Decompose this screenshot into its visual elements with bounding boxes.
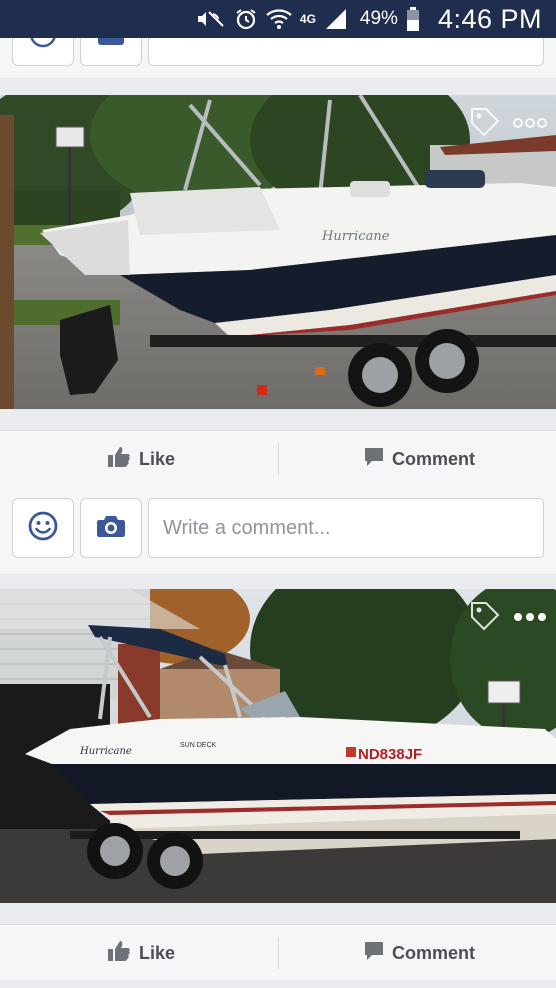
more-icon[interactable] xyxy=(512,610,548,628)
clock: 4:46 PM xyxy=(437,3,542,34)
alarm-icon xyxy=(234,7,258,31)
action-divider xyxy=(278,937,279,969)
like-label: Like xyxy=(139,942,176,963)
smiley-icon xyxy=(28,38,58,54)
like-button-2[interactable]: Like xyxy=(107,925,175,981)
camera-icon xyxy=(96,513,126,544)
smiley-icon xyxy=(27,510,59,547)
emoji-button[interactable] xyxy=(12,498,74,558)
comment-icon xyxy=(364,941,384,966)
sun-deck-text: SUN DECK xyxy=(180,742,217,749)
post-photo-1[interactable]: Hurricane xyxy=(0,95,556,409)
registration-text: ND838JF xyxy=(358,746,422,763)
battery-icon xyxy=(406,7,420,31)
like-icon xyxy=(107,446,131,473)
emoji-button-top[interactable] xyxy=(12,38,74,66)
comment-button-2[interactable]: Comment xyxy=(364,925,475,981)
post-actions-1: Like Comment xyxy=(0,430,556,486)
action-divider xyxy=(278,443,279,475)
like-button-1[interactable]: Like xyxy=(107,431,175,487)
tag-icon[interactable] xyxy=(468,105,502,144)
wifi-icon xyxy=(266,8,292,30)
battery-percent: 49% xyxy=(359,8,398,29)
status-bar: 4G 49% 4:46 PM xyxy=(0,0,556,38)
camera-button[interactable] xyxy=(80,498,142,558)
camera-button-top[interactable] xyxy=(80,38,142,66)
comment-input[interactable]: Write a comment... xyxy=(148,498,544,558)
hull-brand-text-1: Hurricane xyxy=(321,229,390,244)
comment-composer: Write a comment... xyxy=(0,486,556,574)
post-photo-2[interactable]: ND838JF Hurricane SUN DECK xyxy=(0,589,556,903)
comment-icon xyxy=(364,447,384,472)
comment-input-top[interactable] xyxy=(148,38,544,66)
signal-icon xyxy=(324,8,348,30)
comment-button-1[interactable]: Comment xyxy=(364,431,475,487)
silent-icon xyxy=(196,8,226,30)
like-icon xyxy=(107,940,131,967)
network-label: 4G xyxy=(299,11,316,26)
like-label: Like xyxy=(139,448,176,469)
camera-icon xyxy=(96,38,126,52)
more-icon[interactable] xyxy=(512,116,548,134)
hull-brand-text-2: Hurricane xyxy=(79,746,132,757)
post-actions-2: Like Comment xyxy=(0,924,556,980)
comment-label: Comment xyxy=(392,448,476,469)
comment-label: Comment xyxy=(392,942,476,963)
comment-composer-top xyxy=(0,38,556,78)
tag-icon[interactable] xyxy=(468,599,502,638)
